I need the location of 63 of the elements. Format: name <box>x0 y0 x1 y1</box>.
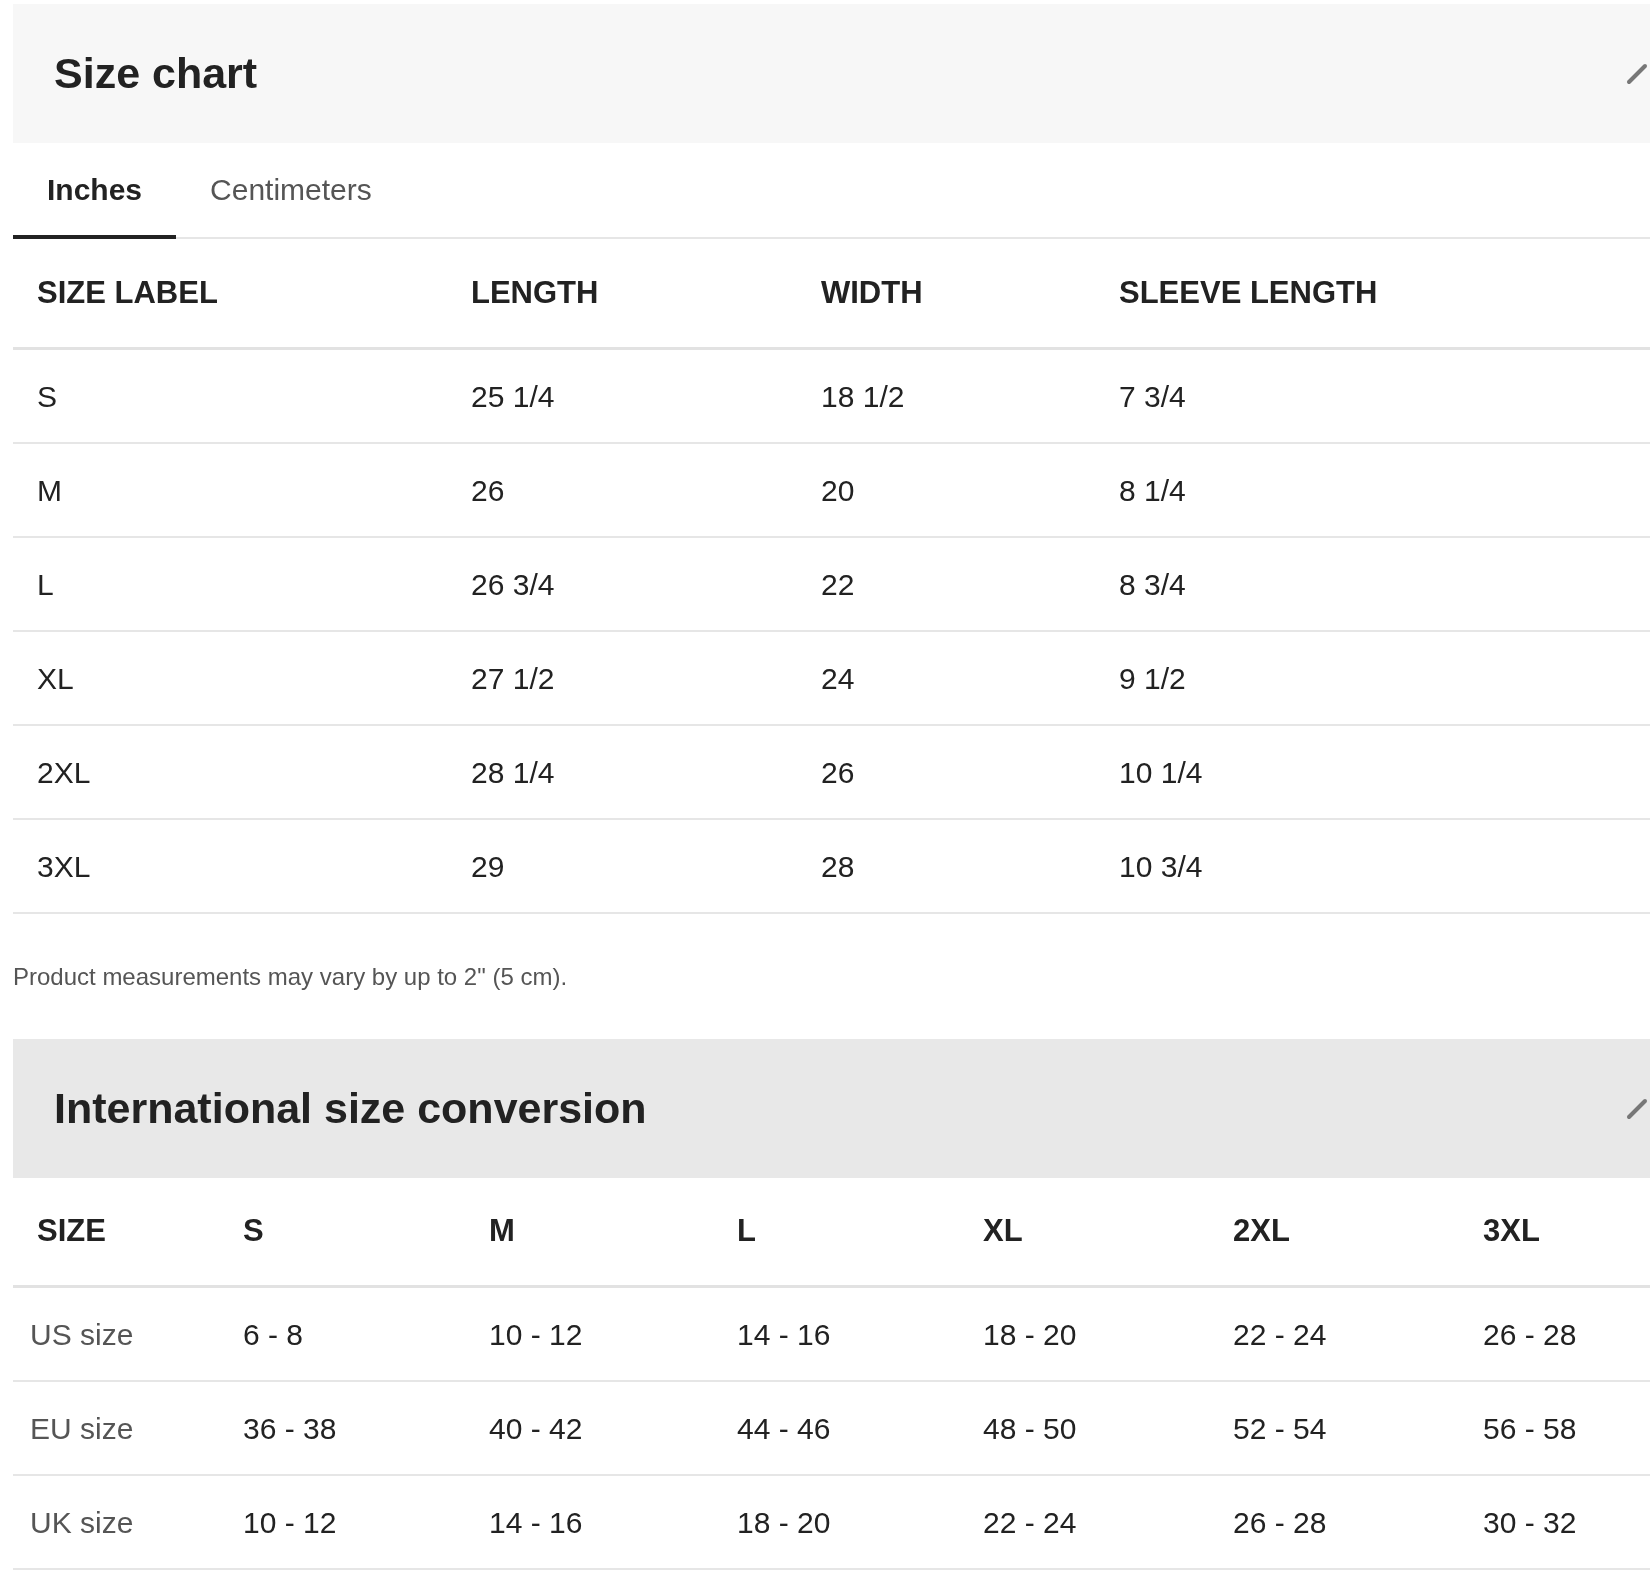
table-cell: 3XL <box>37 849 91 883</box>
section-header[interactable]: Size chart <box>13 4 1650 143</box>
table-cell: 14 - 16 <box>737 1317 831 1351</box>
column-header: M <box>489 1213 515 1249</box>
column-header: WIDTH <box>821 274 923 310</box>
table-cell: 2XL <box>37 755 91 789</box>
table-cell: 7 3/4 <box>1119 379 1186 413</box>
table-cell: 10 - 12 <box>243 1505 337 1539</box>
column-header: 2XL <box>1233 1213 1290 1249</box>
row-label: EU size <box>30 1411 134 1445</box>
column-header: L <box>737 1213 756 1249</box>
table-cell: 9 1/2 <box>1119 661 1186 695</box>
table-cell: M <box>37 473 62 507</box>
column-header: XL <box>983 1213 1023 1249</box>
column-header: SIZE LABEL <box>37 274 218 310</box>
table-cell: 36 - 38 <box>243 1411 337 1445</box>
table-cell: 26 - 28 <box>1233 1505 1327 1539</box>
table-cell: 26 - 28 <box>1483 1317 1577 1351</box>
table-cell: 28 <box>821 849 855 883</box>
table-cell: 8 3/4 <box>1119 567 1186 601</box>
note-text: Product measurements may vary by up to 2" (5 cm). <box>13 961 568 992</box>
table-cell: 26 3/4 <box>471 567 555 601</box>
table-cell: 40 - 42 <box>489 1411 583 1445</box>
unit-tab[interactable]: Centimeters <box>176 143 406 239</box>
table-cell: 10 1/4 <box>1119 755 1203 789</box>
column-header: SIZE <box>37 1213 106 1249</box>
table-cell: 20 <box>821 473 855 507</box>
table-cell: 14 - 16 <box>489 1505 583 1539</box>
row-label: UK size <box>30 1505 134 1539</box>
section-title: Size chart <box>54 48 258 100</box>
column-header: SLEEVE LENGTH <box>1119 274 1378 310</box>
table-cell: 26 <box>471 473 505 507</box>
table-cell: 52 - 54 <box>1233 1411 1327 1445</box>
table-cell: L <box>37 567 54 601</box>
table-cell: 8 1/4 <box>1119 473 1186 507</box>
table-cell: 18 1/2 <box>821 379 905 413</box>
section-header[interactable]: International size conversion <box>13 1039 1650 1178</box>
column-header: 3XL <box>1483 1213 1540 1249</box>
unit-tab[interactable]: Inches <box>13 143 177 239</box>
table-cell: 29 <box>471 849 505 883</box>
table-cell: 26 <box>821 755 855 789</box>
table-cell: 56 - 58 <box>1483 1411 1577 1445</box>
column-header: LENGTH <box>471 274 599 310</box>
table-cell: 10 - 12 <box>489 1317 583 1351</box>
table-cell: 22 <box>821 567 855 601</box>
column-header: S <box>243 1213 264 1249</box>
row-label: US size <box>30 1317 134 1351</box>
table-cell: 18 - 20 <box>983 1317 1077 1351</box>
table-cell: 27 1/2 <box>471 661 555 695</box>
table-cell: 22 - 24 <box>1233 1317 1327 1351</box>
table-cell: 6 - 8 <box>243 1317 304 1351</box>
section-title: International size conversion <box>54 1083 647 1135</box>
table-cell: 30 - 32 <box>1483 1505 1577 1539</box>
table-cell: 28 1/4 <box>471 755 555 789</box>
table-cell: 10 3/4 <box>1119 849 1203 883</box>
table-cell: 44 - 46 <box>737 1411 831 1445</box>
table-cell: 22 - 24 <box>983 1505 1077 1539</box>
table-cell: 25 1/4 <box>471 379 555 413</box>
table-cell: S <box>37 379 57 413</box>
table-cell: XL <box>37 661 74 695</box>
table-cell: 24 <box>821 661 855 695</box>
table-cell: 48 - 50 <box>983 1411 1077 1445</box>
table-cell: 18 - 20 <box>737 1505 831 1539</box>
